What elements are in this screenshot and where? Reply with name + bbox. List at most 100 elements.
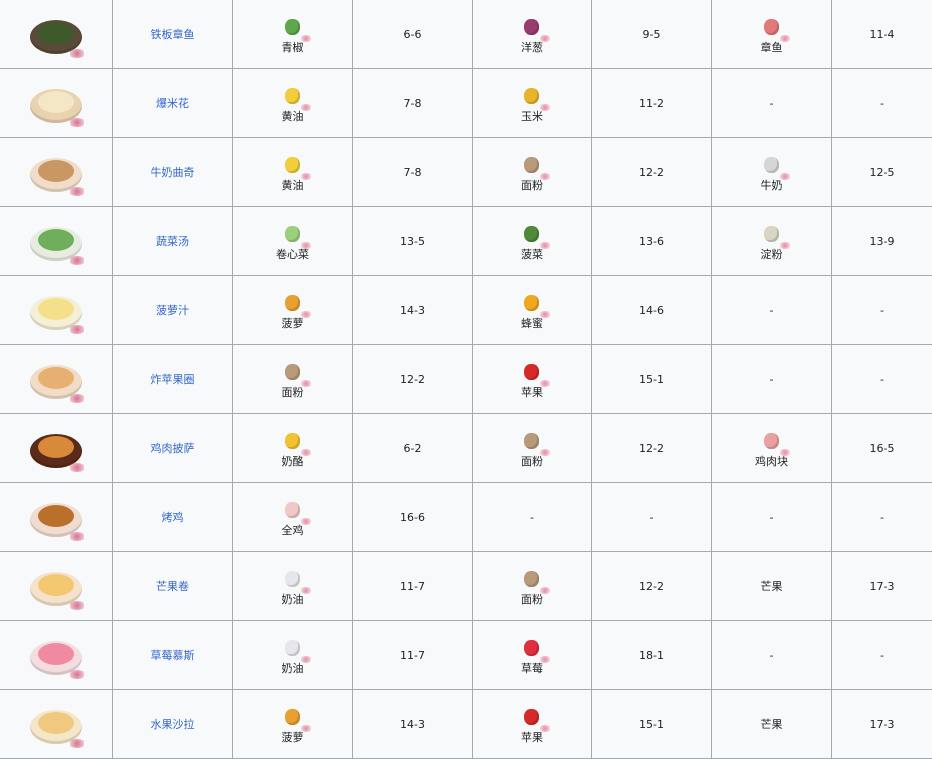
ingredient-cell: 芒果 bbox=[712, 690, 832, 759]
stage-code: 18-1 bbox=[639, 649, 664, 662]
dish-image-cell bbox=[0, 0, 113, 69]
stage-code-cell: 18-1 bbox=[592, 621, 712, 690]
stage-code-cell: - bbox=[832, 483, 932, 552]
apple-icon bbox=[519, 361, 545, 385]
ingredient-cell: 芒果 bbox=[712, 552, 832, 621]
stage-code: 11-7 bbox=[400, 580, 425, 593]
ingredient-cell: - bbox=[712, 69, 832, 138]
stage-code-cell: 17-3 bbox=[832, 690, 932, 759]
ingredient-cell: 奶油 bbox=[233, 621, 353, 690]
dish-image bbox=[26, 353, 86, 405]
stage-code: 17-3 bbox=[870, 580, 895, 593]
dish-name-link[interactable]: 水果沙拉 bbox=[151, 718, 195, 731]
dish-image-cell bbox=[0, 138, 113, 207]
dish-image bbox=[26, 284, 86, 336]
stage-code: 15-1 bbox=[639, 718, 664, 731]
dish-name-cell: 菠萝汁 bbox=[113, 276, 233, 345]
cheese-icon bbox=[280, 430, 306, 454]
ingredient-label: 玉米 bbox=[521, 110, 543, 123]
ingredient-label: 芒果 bbox=[761, 718, 783, 731]
stage-code: 14-6 bbox=[639, 304, 664, 317]
butter-icon bbox=[280, 154, 306, 178]
stage-code-cell: - bbox=[832, 276, 932, 345]
ingredient-cell: 蜂蜜 bbox=[473, 276, 592, 345]
ingredient-label: 奶油 bbox=[282, 662, 304, 675]
dish-image bbox=[26, 560, 86, 612]
corn-icon bbox=[519, 85, 545, 109]
stage-code-cell: 6-2 bbox=[353, 414, 473, 483]
dish-name-link[interactable]: 炸苹果圈 bbox=[151, 373, 195, 386]
flour-sack-icon bbox=[519, 154, 545, 178]
apple-icon bbox=[519, 706, 545, 730]
dish-name-cell: 牛奶曲奇 bbox=[113, 138, 233, 207]
stage-code-cell: 12-2 bbox=[353, 345, 473, 414]
ingredient-label: 黄油 bbox=[282, 179, 304, 192]
dish-name-cell: 芒果卷 bbox=[113, 552, 233, 621]
stage-code: 13-6 bbox=[639, 235, 664, 248]
stage-code-cell: 12-2 bbox=[592, 552, 712, 621]
stage-code-cell: 13-6 bbox=[592, 207, 712, 276]
stage-code: - bbox=[880, 511, 884, 524]
ingredient-label: - bbox=[530, 511, 534, 524]
stage-code-cell: 11-7 bbox=[353, 552, 473, 621]
ingredient-cell: - bbox=[712, 483, 832, 552]
dish-name-cell: 草莓慕斯 bbox=[113, 621, 233, 690]
dish-image bbox=[26, 8, 86, 60]
table-row: 炸苹果圈面粉12-2苹果15-1-- bbox=[0, 345, 932, 414]
ingredient-label: 芒果 bbox=[761, 580, 783, 593]
ingredient-cell: 黄油 bbox=[233, 138, 353, 207]
stage-code-cell: 12-2 bbox=[592, 414, 712, 483]
seal-stamp-icon bbox=[68, 670, 86, 679]
stage-code-cell: 16-5 bbox=[832, 414, 932, 483]
dish-image-cell bbox=[0, 276, 113, 345]
dish-name-link[interactable]: 爆米花 bbox=[156, 97, 189, 110]
stage-code: 7-8 bbox=[404, 97, 422, 110]
ingredient-label: 面粉 bbox=[521, 455, 543, 468]
dish-name-link[interactable]: 烤鸡 bbox=[162, 511, 184, 524]
table-row: 芒果卷奶油11-7面粉12-2芒果17-3 bbox=[0, 552, 932, 621]
dish-name-link[interactable]: 草莓慕斯 bbox=[151, 649, 195, 662]
ingredient-cell: - bbox=[473, 483, 592, 552]
seal-stamp-icon bbox=[68, 601, 86, 610]
stage-code-cell: - bbox=[592, 483, 712, 552]
stage-code: 14-3 bbox=[400, 718, 425, 731]
stage-code-cell: 17-3 bbox=[832, 552, 932, 621]
ingredient-label: 苹果 bbox=[521, 731, 543, 744]
stage-code: 12-5 bbox=[870, 166, 895, 179]
dish-name-cell: 鸡肉披萨 bbox=[113, 414, 233, 483]
dish-image bbox=[26, 146, 86, 198]
ingredient-label: - bbox=[770, 304, 774, 317]
stage-code: 12-2 bbox=[639, 442, 664, 455]
dish-name-cell: 烤鸡 bbox=[113, 483, 233, 552]
ingredient-cell: 牛奶 bbox=[712, 138, 832, 207]
stage-code: 11-7 bbox=[400, 649, 425, 662]
dish-name-link[interactable]: 牛奶曲奇 bbox=[151, 166, 195, 179]
stage-code-cell: 6-6 bbox=[353, 0, 473, 69]
stage-code-cell: 13-5 bbox=[353, 207, 473, 276]
dish-image-cell bbox=[0, 345, 113, 414]
stage-code-cell: 15-1 bbox=[592, 690, 712, 759]
stage-code-cell: 15-1 bbox=[592, 345, 712, 414]
flour-sack-icon bbox=[519, 568, 545, 592]
dish-name-link[interactable]: 鸡肉披萨 bbox=[151, 442, 195, 455]
ingredient-label: 草莓 bbox=[521, 662, 543, 675]
table-row: 草莓慕斯奶油11-7草莓18-1-- bbox=[0, 621, 932, 690]
stage-code: 12-2 bbox=[639, 166, 664, 179]
dish-name-link[interactable]: 芒果卷 bbox=[156, 580, 189, 593]
ingredient-cell: - bbox=[712, 345, 832, 414]
ingredient-label: 奶油 bbox=[282, 593, 304, 606]
ingredient-label: 卷心菜 bbox=[276, 248, 309, 261]
cabbage-icon bbox=[280, 223, 306, 247]
dish-name-link[interactable]: 蔬菜汤 bbox=[156, 235, 189, 248]
dish-name-link[interactable]: 铁板章鱼 bbox=[151, 28, 195, 41]
dish-name-link[interactable]: 菠萝汁 bbox=[156, 304, 189, 317]
dish-image bbox=[26, 491, 86, 543]
ingredient-cell: 青椒 bbox=[233, 0, 353, 69]
ingredient-cell: 黄油 bbox=[233, 69, 353, 138]
whole-chicken-icon bbox=[280, 499, 306, 523]
cream-icon bbox=[280, 568, 306, 592]
stage-code: 11-2 bbox=[639, 97, 664, 110]
ingredient-cell: 鸡肉块 bbox=[712, 414, 832, 483]
dish-image bbox=[26, 215, 86, 267]
stage-code-cell: 7-8 bbox=[353, 138, 473, 207]
